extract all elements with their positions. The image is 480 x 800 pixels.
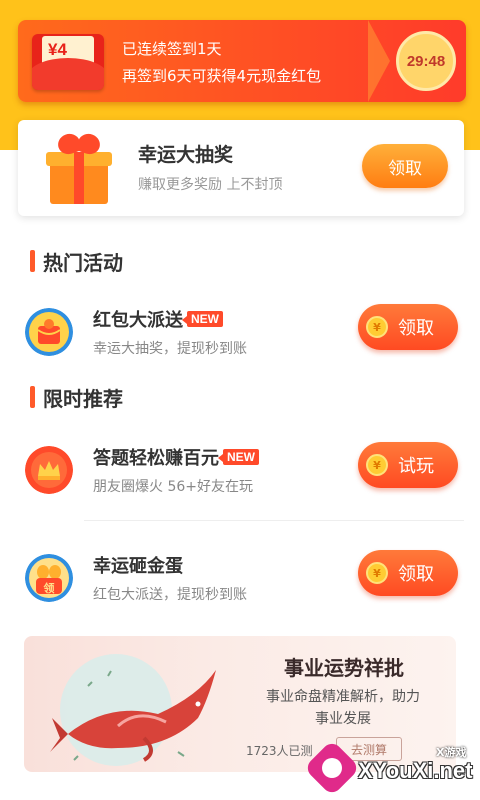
activity-name: 红包大派送 NEW: [93, 306, 223, 332]
claim-button-label: 领取: [398, 564, 434, 585]
crown-icon: [25, 446, 73, 494]
try-play-button-label: 试玩: [398, 456, 434, 477]
checkin-reward-text: 再签到6天可获得4元现金红包: [122, 67, 322, 85]
lottery-card: 幸运大抽奖 赚取更多奖励 上不封顶 领取: [18, 120, 464, 216]
red-packet-icon: [25, 308, 73, 356]
countdown-timer: 29:48: [396, 31, 456, 91]
claim-button[interactable]: ¥ 领取: [358, 304, 458, 350]
coin-icon: ¥: [366, 454, 388, 476]
lottery-claim-button[interactable]: 领取: [362, 144, 448, 188]
golden-egg-icon-label: 领: [43, 582, 55, 595]
section-header-limited: 限时推荐: [30, 384, 123, 411]
banner-chevron-decoration: [368, 20, 390, 102]
list-item-quiz[interactable]: 答题轻松赚百元 NEW 朋友圈爆火 56+好友在玩 ¥ 试玩: [0, 438, 480, 514]
envelope-amount: ¥4: [48, 40, 67, 59]
new-badge: NEW: [218, 449, 259, 465]
section-accent-bar: [30, 386, 35, 408]
coin-icon: ¥: [366, 562, 388, 584]
activity-name: 幸运砸金蛋: [93, 556, 183, 577]
golden-egg-icon: 领: [25, 554, 73, 602]
section-title: 热门活动: [43, 250, 123, 275]
claim-button[interactable]: ¥ 领取: [358, 550, 458, 596]
watermark-text: XYouXi.net: [358, 758, 473, 783]
tested-count: 1723人已测: [246, 744, 313, 758]
new-badge: NEW: [182, 311, 223, 327]
gift-box-icon: [44, 130, 114, 206]
promo-description-line1: 事业命盘精准解析，助力: [266, 689, 420, 705]
activity-name: 答题轻松赚百元 NEW: [93, 444, 259, 470]
list-item-red-packet[interactable]: 红包大派送 NEW 幸运大抽奖，提现秒到账 ¥ 领取: [0, 300, 480, 376]
whale-illustration: [50, 670, 216, 762]
red-envelope-icon: ¥4: [32, 34, 104, 90]
activity-description: 朋友圈爆火 56+好友在玩: [93, 479, 253, 495]
section-title: 限时推荐: [43, 386, 123, 411]
promo-title: 事业运势祥批: [284, 656, 404, 680]
coin-icon: ¥: [366, 316, 388, 338]
site-watermark: X游戏 XYouXi.net: [303, 739, 476, 797]
logo-center-dot: [322, 758, 342, 778]
activity-description: 红包大派送，提现秒到账: [93, 587, 247, 603]
section-accent-bar: [30, 250, 35, 272]
try-play-button[interactable]: ¥ 试玩: [358, 442, 458, 488]
checkin-streak-text: 已连续签到1天: [122, 40, 222, 58]
section-header-hot: 热门活动: [30, 248, 123, 275]
checkin-banner[interactable]: ¥4 已连续签到1天 再签到6天可获得4元现金红包 29:48: [18, 20, 466, 102]
list-item-golden-egg[interactable]: 领 幸运砸金蛋 红包大派送，提现秒到账 ¥ 领取: [0, 546, 480, 622]
lottery-title: 幸运大抽奖: [138, 144, 234, 166]
promo-description-line2: 事业发展: [315, 711, 371, 727]
lottery-subtitle: 赚取更多奖励 上不封顶: [138, 177, 283, 193]
list-divider: [84, 520, 464, 521]
claim-button-label: 领取: [398, 318, 434, 339]
activity-description: 幸运大抽奖，提现秒到账: [93, 341, 247, 357]
